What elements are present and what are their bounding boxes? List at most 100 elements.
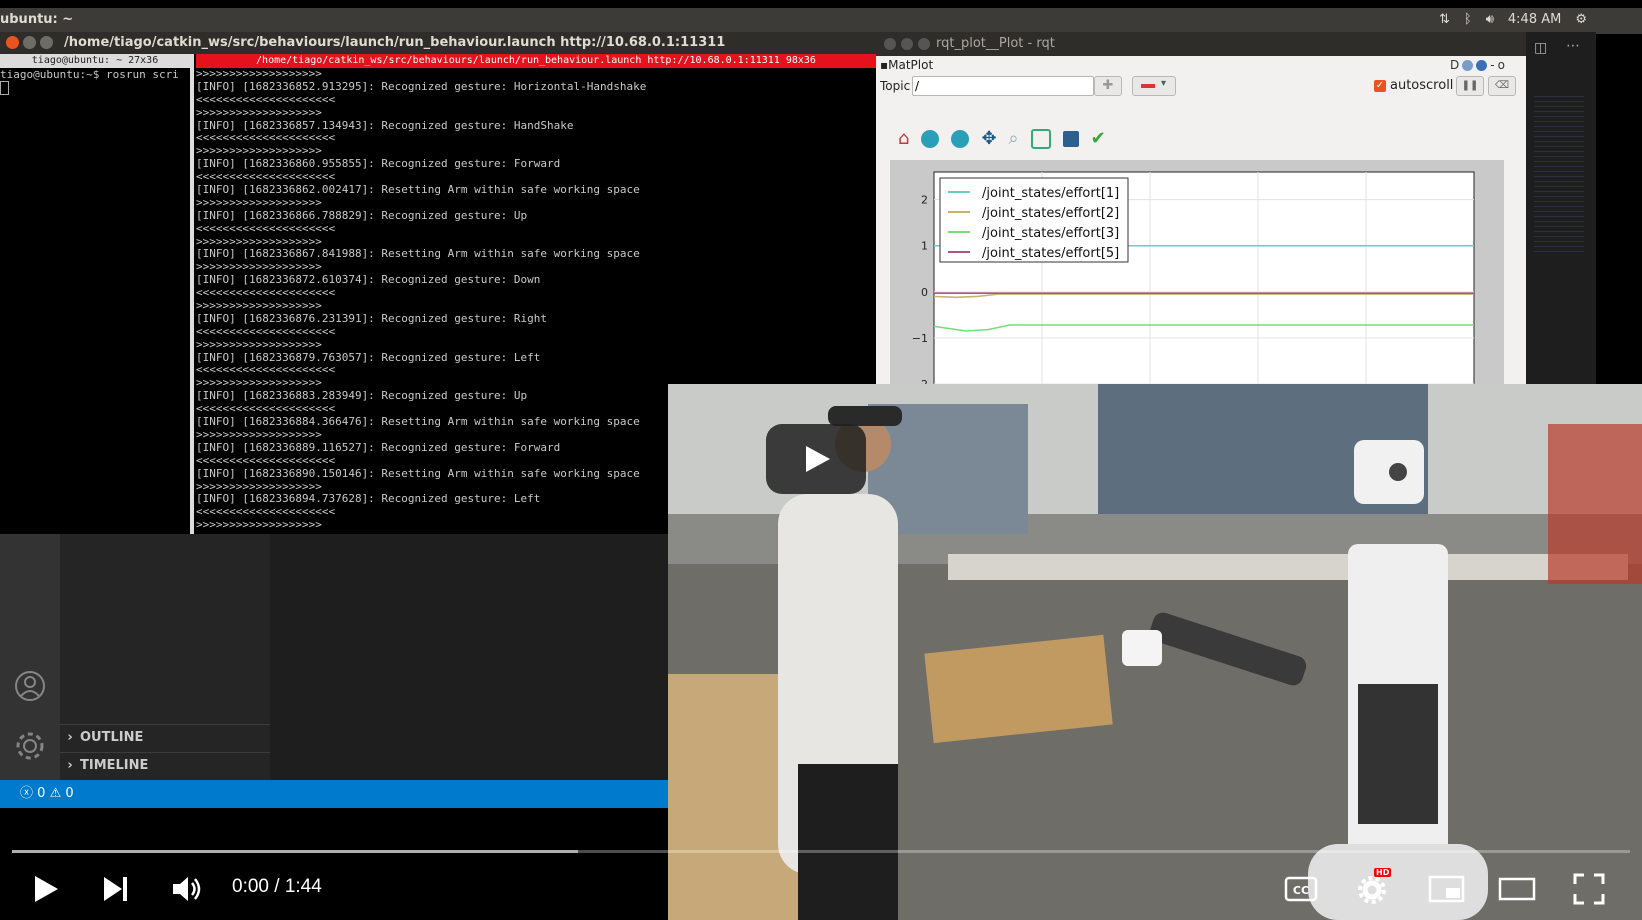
volume-icon[interactable]: 🔊︎ (1486, 12, 1494, 27)
chevron-down-icon: ▾ (1161, 78, 1167, 89)
minimize-icon[interactable] (23, 36, 36, 49)
big-play-button[interactable] (766, 424, 866, 494)
log-line: <<<<<<<<<<<<<<<<<<<<< (196, 92, 336, 106)
terminal-tab-2[interactable]: /home/tiago/catkin_ws/src/behaviours/lau… (196, 54, 876, 68)
settings-button[interactable]: HD (1356, 868, 1392, 910)
minimize-plugin-icon[interactable]: - (1490, 58, 1494, 72)
back-icon[interactable] (921, 129, 940, 148)
zoom-icon[interactable]: ⌕ (1009, 128, 1019, 149)
right-editor-strip: ◫ ⋯ (1526, 32, 1596, 384)
topic-label: Topic (880, 79, 911, 93)
volume-button[interactable] (170, 872, 206, 910)
bluetooth-icon[interactable]: ᛒ (1464, 12, 1472, 27)
miniplayer-icon (1428, 875, 1465, 903)
legend-label: /joint_states/effort[2] (982, 206, 1119, 221)
log-line: [INFO] [1682336852.913295]: Recognized g… (196, 79, 647, 93)
timeline-label: TIMELINE (80, 758, 149, 773)
log-line: [INFO] [1682336876.231391]: Recognized g… (196, 311, 547, 325)
play-icon (806, 446, 830, 472)
maximize-icon[interactable] (40, 36, 53, 49)
outline-section[interactable]: › OUTLINE (60, 724, 270, 751)
reload-icon[interactable] (1462, 59, 1474, 71)
pane-divider[interactable] (190, 54, 194, 534)
account-icon[interactable] (14, 670, 46, 702)
system-tray: ⇅ ᛒ 🔊︎ 4:48 AM ⚙ (1439, 12, 1587, 27)
outline-label: OUTLINE (80, 730, 144, 745)
error-count: 0 (37, 786, 46, 801)
autoscroll-checkbox[interactable]: ✓ autoscroll (1374, 78, 1453, 93)
forward-icon[interactable] (951, 129, 970, 148)
topic-input[interactable] (912, 76, 1094, 96)
cursor (0, 81, 9, 95)
log-line: <<<<<<<<<<<<<<<<<<<<< (196, 221, 336, 235)
pause-button[interactable]: ❚❚ (1456, 76, 1484, 96)
legend-label: /joint_states/effort[1] (982, 186, 1119, 201)
network-icon[interactable]: ⇅ (1439, 12, 1450, 27)
theater-icon (1498, 877, 1536, 901)
minimap[interactable] (1534, 92, 1584, 252)
time-display: 0:00 / 1:44 (232, 876, 322, 897)
chevron-right-icon: › (67, 758, 73, 773)
warning-icon: ⚠ (49, 786, 62, 801)
rqt-window: rqt_plot__Plot - rqt ▪MatPlot D - o Topi… (876, 32, 1596, 391)
autoscroll-label: autoscroll (1390, 78, 1454, 93)
clock[interactable]: 4:48 AM (1508, 12, 1561, 27)
minus-icon (1141, 84, 1155, 88)
legend-label: /joint_states/effort[3] (982, 226, 1119, 241)
line-chart[interactable]: 210−1−2/joint_states/effort[1]/joint_sta… (890, 160, 1504, 391)
timeline-section[interactable]: › TIMELINE (60, 752, 270, 779)
y-tick-label: 2 (921, 194, 928, 207)
help-icon[interactable] (1476, 59, 1488, 71)
remove-topic-button[interactable]: ▾ (1132, 76, 1176, 96)
terminal-tab-1[interactable]: tiago@ubuntu: ~ 27x36 (0, 54, 190, 68)
pan-icon[interactable]: ✥ (981, 128, 996, 149)
log-line: >>>>>>>>>>>>>>>>>>> (196, 105, 322, 119)
maximize-icon[interactable] (918, 38, 930, 50)
error-icon: ⓧ (20, 786, 34, 801)
shell-prompt: tiago@ubuntu:~$ rosrun scri (0, 68, 179, 81)
terminal-tab-bar: tiago@ubuntu: ~ 27x36 /home/tiago/catkin… (0, 54, 876, 68)
miniplayer-button[interactable] (1428, 874, 1466, 908)
add-topic-button[interactable]: ✚ (1094, 76, 1122, 96)
window-title: ubuntu: ~ (0, 12, 74, 27)
minimize-icon[interactable] (901, 38, 913, 50)
close-icon[interactable] (6, 36, 19, 49)
clear-button[interactable]: ⌫ (1488, 76, 1516, 96)
chevron-right-icon: › (67, 730, 73, 745)
matplot-icon: ▪ (880, 58, 889, 72)
edit-icon[interactable]: ✔ (1091, 128, 1106, 149)
activity-bar (0, 534, 60, 780)
plot-canvas[interactable]: 210−1−2/joint_states/effort[1]/joint_sta… (890, 160, 1504, 391)
log-line: >>>>>>>>>>>>>>>>>>> (196, 337, 322, 351)
status-bar: ⓧ 0 ⚠ 0 (0, 780, 668, 808)
terminal-left-pane[interactable]: tiago@ubuntu:~$ rosrun scri (0, 68, 190, 534)
captions-button[interactable]: CC (1284, 876, 1318, 906)
svg-text:CC: CC (1293, 884, 1309, 897)
more-actions-icon[interactable]: ⋯ (1566, 38, 1580, 54)
hd-badge: HD (1374, 868, 1392, 877)
settings-gear-icon (1358, 876, 1386, 904)
next-button[interactable] (100, 872, 130, 910)
home-icon[interactable]: ⌂ (898, 128, 909, 149)
plugin-title: ▪MatPlot (880, 58, 933, 72)
theater-mode-button[interactable] (1498, 876, 1536, 906)
split-editor-icon[interactable]: ◫ (1534, 40, 1547, 56)
warning-count: 0 (65, 786, 74, 801)
ubuntu-top-bar: ubuntu: ~ ⇅ ᛒ 🔊︎ 4:48 AM ⚙ (0, 8, 1642, 34)
y-tick-label: 0 (921, 286, 928, 299)
dock-button[interactable]: D (1450, 58, 1459, 72)
log-line: [INFO] [1682336866.788829]: Recognized g… (196, 208, 528, 222)
fullscreen-button[interactable] (1572, 872, 1606, 910)
close-plugin-icon[interactable]: o (1498, 58, 1505, 72)
save-icon[interactable] (1062, 130, 1079, 147)
legend-label: /joint_states/effort[5] (982, 246, 1119, 261)
manage-gear-icon[interactable] (14, 730, 46, 762)
log-line: >>>>>>>>>>>>>>>>>>> (196, 68, 322, 80)
settings-gear-icon[interactable]: ⚙ (1575, 12, 1587, 27)
video-frame[interactable] (668, 384, 1642, 920)
problems-indicator[interactable]: ⓧ 0 ⚠ 0 (20, 786, 74, 801)
subplots-icon[interactable] (1030, 128, 1051, 149)
rqt-title: rqt_plot__Plot - rqt (936, 36, 1055, 51)
play-button[interactable] (30, 872, 60, 910)
close-icon[interactable] (884, 38, 896, 50)
